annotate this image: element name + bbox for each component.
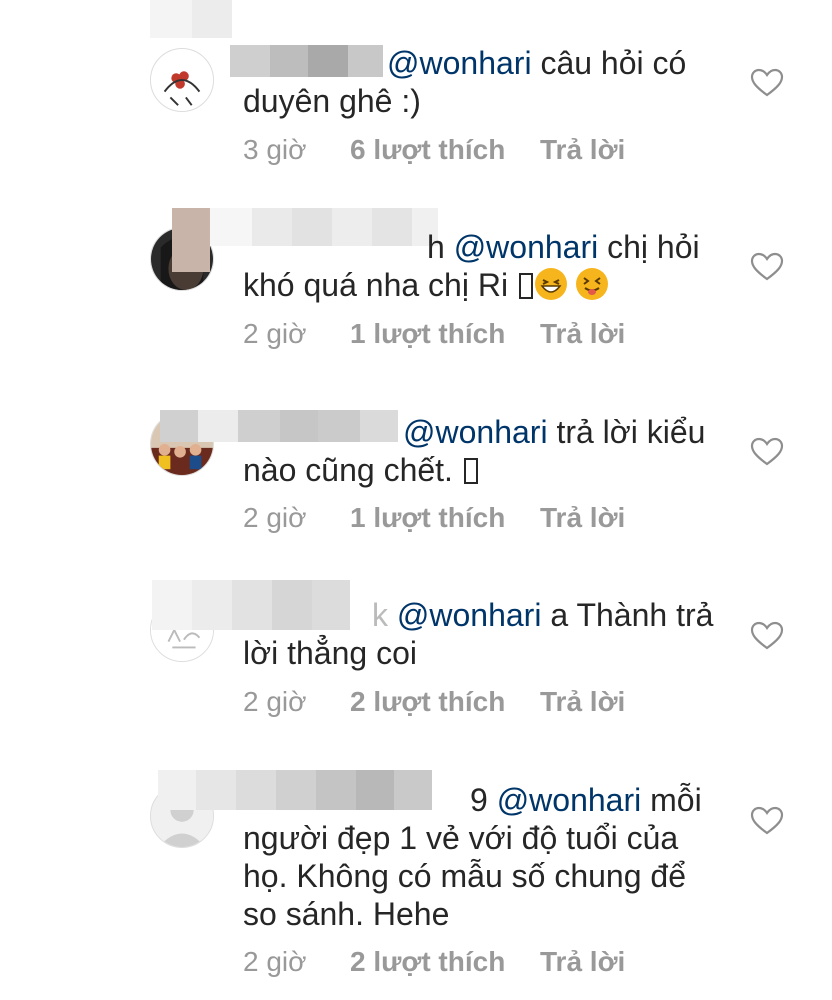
heart-outline-icon[interactable] xyxy=(750,252,784,282)
timestamp: 3 giờ xyxy=(243,134,307,165)
username-tail[interactable]: h xyxy=(427,229,445,265)
mention-link[interactable]: @wonhari xyxy=(387,45,532,81)
like-count[interactable]: 1 lượt thích xyxy=(350,318,540,350)
heart-outline-icon[interactable] xyxy=(750,68,784,98)
timestamp: 2 giờ xyxy=(243,946,307,977)
mention-link[interactable]: @wonhari xyxy=(397,597,542,633)
username-redacted[interactable] xyxy=(210,208,438,246)
comment-meta: 3 giờ 6 lượt thích Trả lời xyxy=(243,134,625,166)
mention-link[interactable]: @wonhari xyxy=(403,414,548,450)
missing-glyph xyxy=(518,273,533,299)
comment-text-continued: duyên ghê :) xyxy=(243,83,421,119)
heart-outline-icon[interactable] xyxy=(750,437,784,467)
comment-text-continued: khó quá nha chị Ri xyxy=(243,266,733,304)
heart-outline-icon[interactable] xyxy=(750,621,784,651)
reply-button[interactable]: Trả lời xyxy=(540,946,625,978)
comment-meta: 2 giờ 2 lượt thích Trả lời xyxy=(243,686,625,718)
like-count[interactable]: 1 lượt thích xyxy=(350,502,540,534)
username-redacted[interactable] xyxy=(172,208,210,272)
comment-text: h @wonhari chị hỏi xyxy=(427,229,700,265)
username-tail[interactable]: 9 xyxy=(470,782,488,818)
like-count[interactable]: 2 lượt thích xyxy=(350,946,540,978)
reply-button[interactable]: Trả lời xyxy=(540,686,625,718)
reply-button[interactable]: Trả lời xyxy=(540,502,625,534)
comment-text-continued: người đẹp 1 vẻ với độ tuổi của họ. Không… xyxy=(243,820,686,932)
username-redacted[interactable] xyxy=(230,45,383,77)
timestamp: 2 giờ xyxy=(243,686,307,717)
comment-text-continued: nào cũng chết. xyxy=(243,451,733,489)
timestamp: 2 giờ xyxy=(243,318,307,349)
username-redacted[interactable] xyxy=(150,0,232,38)
mention-link[interactable]: @wonhari xyxy=(497,782,642,818)
username-tail[interactable]: k xyxy=(372,597,388,633)
like-count[interactable]: 2 lượt thích xyxy=(350,686,540,718)
comment-meta: 2 giờ 1 lượt thích Trả lời xyxy=(243,318,625,350)
timestamp: 2 giờ xyxy=(243,502,307,533)
comment-meta: 2 giờ 2 lượt thích Trả lời xyxy=(243,946,625,978)
comment-text: @wonhari trả lời kiểu xyxy=(403,414,706,450)
mention-link[interactable]: @wonhari xyxy=(454,229,599,265)
avatar[interactable] xyxy=(150,48,214,112)
missing-glyph xyxy=(463,458,478,484)
comment-text: @wonhari câu hỏi có xyxy=(387,45,687,81)
comment-text: 9 @wonhari mỗi xyxy=(470,782,702,818)
reply-button[interactable]: Trả lời xyxy=(540,318,625,350)
heart-outline-icon[interactable] xyxy=(750,806,784,836)
like-count[interactable]: 6 lượt thích xyxy=(350,134,540,166)
comment-meta: 2 giờ 1 lượt thích Trả lời xyxy=(243,502,625,534)
squinting-face-with-tongue-icon xyxy=(575,268,608,300)
username-redacted[interactable] xyxy=(158,770,432,810)
reply-button[interactable]: Trả lời xyxy=(540,134,625,166)
comment-text: k @wonhari a Thành trả xyxy=(372,597,714,633)
username-redacted[interactable] xyxy=(152,580,350,630)
grinning-squinting-face-icon xyxy=(534,268,567,300)
comment-text-continued: lời thẳng coi xyxy=(243,635,417,671)
username-redacted[interactable] xyxy=(160,410,398,442)
